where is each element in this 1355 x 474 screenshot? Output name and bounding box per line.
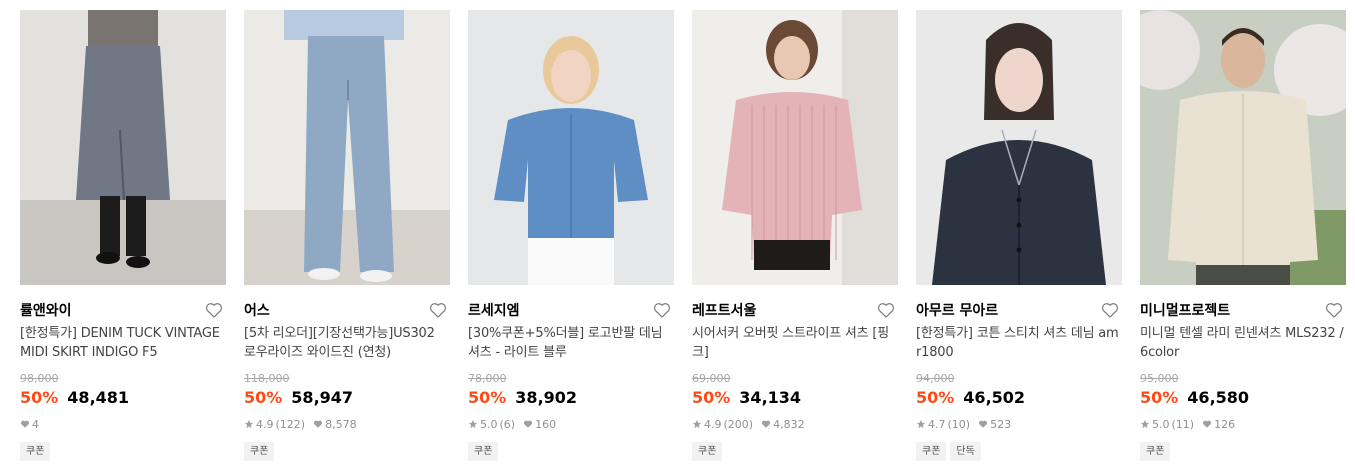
sale-price: 46,502 <box>963 388 1026 407</box>
heart-filled-icon <box>524 420 533 428</box>
heart-icon[interactable] <box>204 300 224 320</box>
product-card[interactable]: 르세지엠 [30%쿠폰+5%더블] 로고반팔 데님셔츠 - 라이트 블루 78,… <box>468 10 674 461</box>
sale-price: 48,481 <box>67 388 130 407</box>
original-price: 69,000 <box>692 372 731 385</box>
product-title[interactable]: [30%쿠폰+5%더블] 로고반팔 데님셔츠 - 라이트 블루 <box>468 324 674 362</box>
product-title[interactable]: 시어서커 오버핏 스트라이프 셔츠 [핑크] <box>692 324 898 362</box>
sale-price: 38,902 <box>515 388 578 407</box>
review-count: (11) <box>1171 417 1195 431</box>
rating: 4.9 <box>704 417 722 431</box>
rating: 5.0 <box>1152 417 1170 431</box>
product-meta: 4 <box>20 416 226 432</box>
product-title[interactable]: [5차 리오더][기장선택가능]US302 로우라이즈 와이드진 (연청) <box>244 324 450 362</box>
product-meta: 4.7 (10) 523 <box>916 416 1122 432</box>
discount-rate: 50% <box>1140 388 1179 407</box>
like-count: 160 <box>535 417 557 431</box>
star-icon <box>916 419 926 429</box>
star-icon <box>468 419 478 429</box>
discount-rate: 50% <box>916 388 955 407</box>
coupon-tag: 쿠폰 <box>468 442 499 461</box>
product-meta: 5.0 (6) 160 <box>468 416 674 432</box>
coupon-tag: 쿠폰 <box>916 442 947 461</box>
coupon-tag: 쿠폰 <box>244 442 275 461</box>
sale-price: 34,134 <box>739 388 802 407</box>
review-count: (6) <box>499 417 516 431</box>
coupon-tag: 쿠폰 <box>692 442 723 461</box>
heart-icon[interactable] <box>1100 300 1120 320</box>
review-count: (122) <box>275 417 306 431</box>
brand-name[interactable]: 미니멀프로젝트 <box>1140 300 1230 320</box>
star-icon <box>1140 419 1150 429</box>
brand-name[interactable]: 아무르 무아르 <box>916 300 998 320</box>
product-title[interactable]: 미니멀 텐셀 라미 린넨셔츠 MLS232 / 6color <box>1140 324 1346 362</box>
original-price: 78,000 <box>468 372 507 385</box>
product-meta: 4.9 (200) 4,832 <box>692 416 898 432</box>
coupon-tag: 쿠폰 <box>1140 442 1171 461</box>
product-image[interactable] <box>1140 10 1346 285</box>
discount-rate: 50% <box>692 388 731 407</box>
product-image[interactable] <box>468 10 674 285</box>
product-image[interactable] <box>916 10 1122 285</box>
product-card[interactable]: 아무르 무아르 [한정특가] 코튼 스티치 셔츠 데님 amr1800 94,0… <box>916 10 1122 461</box>
brand-name[interactable]: 률앤와이 <box>20 300 72 320</box>
original-price: 118,000 <box>244 372 290 385</box>
discount-rate: 50% <box>468 388 507 407</box>
like-count: 8,578 <box>325 417 357 431</box>
brand-name[interactable]: 레프트서울 <box>692 300 756 320</box>
original-price: 98,000 <box>20 372 59 385</box>
heart-filled-icon <box>1203 420 1212 428</box>
heart-icon[interactable] <box>428 300 448 320</box>
product-title[interactable]: [한정특가] 코튼 스티치 셔츠 데님 amr1800 <box>916 324 1122 362</box>
discount-rate: 50% <box>244 388 283 407</box>
heart-filled-icon <box>979 420 988 428</box>
exclusive-tag: 단독 <box>950 442 981 461</box>
coupon-tag: 쿠폰 <box>20 442 51 461</box>
sale-price: 58,947 <box>291 388 354 407</box>
original-price: 95,000 <box>1140 372 1179 385</box>
review-count: (200) <box>723 417 754 431</box>
sale-price: 46,580 <box>1187 388 1250 407</box>
product-title[interactable]: [한정특가] DENIM TUCK VINTAGE MIDI SKIRT IND… <box>20 324 226 362</box>
star-icon <box>244 419 254 429</box>
rating: 4.9 <box>256 417 274 431</box>
product-card[interactable]: 률앤와이 [한정특가] DENIM TUCK VINTAGE MIDI SKIR… <box>20 10 226 461</box>
product-card[interactable]: 레프트서울 시어서커 오버핏 스트라이프 셔츠 [핑크] 69,000 50% … <box>692 10 898 461</box>
product-grid: 률앤와이 [한정특가] DENIM TUCK VINTAGE MIDI SKIR… <box>0 0 1355 461</box>
rating: 5.0 <box>480 417 498 431</box>
heart-filled-icon <box>314 420 323 428</box>
brand-name[interactable]: 어스 <box>244 300 270 320</box>
heart-filled-icon <box>762 420 771 428</box>
product-meta: 4.9 (122) 8,578 <box>244 416 450 432</box>
like-count: 523 <box>990 417 1012 431</box>
product-card[interactable]: 미니멀프로젝트 미니멀 텐셀 라미 린넨셔츠 MLS232 / 6color 9… <box>1140 10 1346 461</box>
product-image[interactable] <box>20 10 226 285</box>
like-count: 4 <box>32 417 39 431</box>
heart-icon[interactable] <box>652 300 672 320</box>
like-count: 126 <box>1214 417 1236 431</box>
heart-icon[interactable] <box>876 300 896 320</box>
star-icon <box>692 419 702 429</box>
brand-name[interactable]: 르세지엠 <box>468 300 520 320</box>
product-card[interactable]: 어스 [5차 리오더][기장선택가능]US302 로우라이즈 와이드진 (연청)… <box>244 10 450 461</box>
heart-icon[interactable] <box>1324 300 1344 320</box>
like-count: 4,832 <box>773 417 805 431</box>
product-image[interactable] <box>692 10 898 285</box>
original-price: 94,000 <box>916 372 955 385</box>
heart-filled-icon <box>20 420 30 428</box>
review-count: (10) <box>947 417 971 431</box>
discount-rate: 50% <box>20 388 59 407</box>
product-meta: 5.0 (11) 126 <box>1140 416 1346 432</box>
rating: 4.7 <box>928 417 946 431</box>
product-image[interactable] <box>244 10 450 285</box>
